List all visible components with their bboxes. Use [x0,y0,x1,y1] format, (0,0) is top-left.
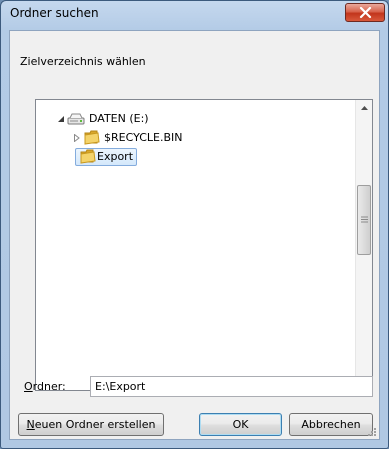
dialog-client-area: Zielverzeichnis wählen DATEN (E:) $RECYC… [9,30,380,440]
ok-button[interactable]: OK [199,413,282,436]
access-key-o: O [24,380,33,393]
description-text: Zielverzeichnis wählen [20,55,146,68]
grip-lines-icon [361,216,368,223]
window-title: Ordner suchen [10,6,99,20]
folder-path-input[interactable]: E:\Export [90,376,373,397]
dialog-window: Ordner suchen Zielverzeichnis wählen DAT… [0,0,389,449]
close-button[interactable] [345,3,385,22]
folder-icon [84,130,100,145]
scrollbar-thumb[interactable] [357,185,371,255]
new-folder-label-rest: euen Ordner erstellen [34,418,156,431]
collapsed-triangle-icon[interactable] [73,134,81,142]
scroll-up-arrow-icon[interactable] [356,100,373,117]
cancel-button[interactable]: Abbrechen [289,413,373,436]
tree-item-label: $RECYCLE.BIN [104,131,183,144]
folder-tree[interactable]: DATEN (E:) $RECYCLE.BIN Export [35,99,373,391]
access-key-n: N [26,418,35,431]
expanded-triangle-icon[interactable] [57,115,65,123]
close-icon [359,7,372,19]
tree-item-label: Export [97,150,134,163]
folder-field-label: Ordner: [24,380,66,393]
tree-item-label: DATEN (E:) [89,112,149,125]
drive-icon [67,113,85,125]
resize-grip-icon[interactable] [366,426,377,437]
folder-label-rest: rdner: [32,380,66,393]
folder-icon [80,149,96,164]
new-folder-button[interactable]: Neuen Ordner erstellen [18,413,164,436]
vertical-scrollbar[interactable] [355,100,372,390]
title-bar[interactable]: Ordner suchen [1,1,388,29]
